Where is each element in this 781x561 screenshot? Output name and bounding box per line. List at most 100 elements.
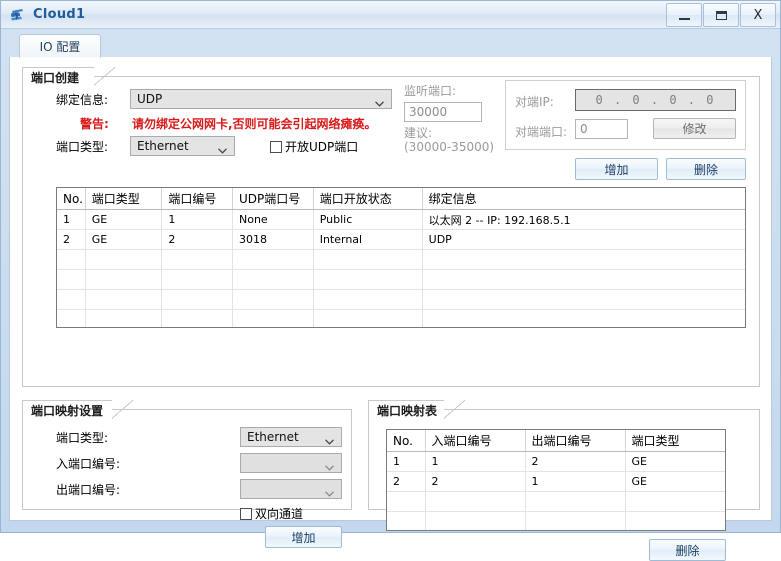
mapping-table-header-cell: 出端口编号 [525,430,626,452]
port-type-select[interactable]: Ethernet [130,136,235,156]
port-table-header-cell: 端口类型 [85,188,163,210]
group-mapping-settings-title-label: 端口映射设置 [31,403,104,418]
mapping-add-button[interactable]: 增加 [265,526,342,548]
group-port-create: 端口创建 绑定信息: UDP 警告: 请勿绑定公网网卡,否则可能会引起网络瘫痪。… [22,67,760,387]
title-bar: Cloud1 X [1,1,780,29]
suggest-label: 建议: [404,126,433,140]
peer-ip-input[interactable]: 0 . 0 . 0 . 0 [575,89,736,111]
table-cell: Internal [313,229,423,250]
tab-io-config[interactable]: IO 配置 [19,34,101,58]
table-cell: UDP [422,229,745,250]
table-cell: 1 [525,471,626,492]
chevron-down-icon [375,96,384,107]
mapping-table[interactable]: No. 入端口编号 出端口编号 端口类型 1 1 2 GE 2 2 1 GE [386,429,726,531]
group-mapping-settings-title: 端口映射设置 [22,400,112,419]
mapping-port-type-select[interactable]: Ethernet [240,427,342,447]
group-mapping-settings-body: 端口类型: Ethernet 入端口编号: 出端口编号: 双向通道 增加 [22,409,352,548]
table-cell: 2 [425,471,526,492]
binding-info-label: 绑定信息: [56,93,109,107]
table-cell: 2 [57,229,86,250]
table-cell: 1 [425,451,526,472]
mapping-table-body: 1 1 2 GE 2 2 1 GE [387,451,725,530]
mapping-in-port-label: 入端口编号: [56,457,121,471]
table-row[interactable]: 1 GE 1 None Public 以太网 2 -- IP: 192.168.… [57,209,745,230]
bidirectional-checkbox[interactable]: 双向通道 [240,505,303,522]
suggest-range: (30000-35000) [404,140,495,154]
table-cell: None [232,209,314,230]
minimize-icon [678,17,690,20]
window-controls: X [665,3,776,27]
mapping-delete-button-label: 删除 [675,543,700,558]
close-button[interactable]: X [740,3,776,27]
warning-text: 请勿绑定公网网卡,否则可能会引起网络瘫痪。 [132,117,377,131]
maximize-button[interactable] [703,3,739,27]
udp-port-checkbox[interactable]: 开放UDP端口 [270,138,358,155]
port-table-header-cell: 绑定信息 [422,188,745,210]
group-port-create-title: 端口创建 [22,67,94,86]
table-cell: 以太网 2 -- IP: 192.168.5.1 [422,209,745,230]
table-cell: GE [625,471,725,492]
port-table[interactable]: No. 端口类型 端口编号 UDP端口号 端口开放状态 绑定信息 1 GE 1 … [56,187,746,328]
mapping-port-type-value: Ethernet [247,430,299,444]
table-cell: 2 [525,451,626,472]
group-mapping-settings: 端口映射设置 端口类型: Ethernet 入端口编号: 出端口编号: 双向通道… [22,400,352,548]
peer-port-input[interactable]: 0 [575,119,628,139]
mapping-delete-button[interactable]: 删除 [649,539,726,561]
port-type-label: 端口类型: [56,140,109,154]
bidirectional-checkbox-label: 双向通道 [255,507,304,521]
table-cell: GE [625,451,725,472]
group-mapping-table-title-label: 端口映射表 [377,403,438,418]
group-port-create-title-slant [94,67,116,86]
maximize-icon [715,10,727,20]
mapping-in-port-select[interactable] [240,453,342,473]
listen-port-value: 30000 [409,105,448,119]
peer-ip-value: 0 . 0 . 0 . 0 [595,93,716,107]
peer-ip-label: 对端IP: [515,95,554,109]
port-table-header-cell: 端口开放状态 [313,188,423,210]
table-row[interactable]: 2 2 1 GE [387,471,725,492]
table-cell: 1 [387,451,426,472]
peer-port-label: 对端端口: [515,125,568,139]
table-row-empty[interactable] [57,269,745,290]
table-row-empty[interactable] [387,511,725,530]
add-port-button[interactable]: 增加 [575,158,658,180]
mapping-port-type-label: 端口类型: [56,431,109,445]
group-port-create-body: 绑定信息: UDP 警告: 请勿绑定公网网卡,否则可能会引起网络瘫痪。 端口类型… [22,76,760,387]
window-title: Cloud1 [33,7,86,22]
minimize-button[interactable] [666,3,702,27]
cloud-config-window: Cloud1 X IO 配置 端口创建 绑定信息: UDP 警告: 请勿绑定公网… [0,0,781,561]
binding-info-select[interactable]: UDP [130,89,392,109]
group-port-create-title-label: 端口创建 [31,70,80,85]
modify-button-label: 修改 [682,122,707,136]
warning-label: 警告: [80,117,109,131]
mapping-out-port-select[interactable] [240,479,342,499]
table-row-empty[interactable] [387,491,725,512]
tab-page-io-config: 端口创建 绑定信息: UDP 警告: 请勿绑定公网网卡,否则可能会引起网络瘫痪。… [9,57,772,561]
chevron-down-icon [325,434,334,445]
listen-port-input[interactable]: 30000 [404,102,482,122]
table-cell: GE [85,209,163,230]
table-cell: 1 [57,209,86,230]
table-row-empty[interactable] [57,289,745,310]
port-table-header-cell: No. [57,188,86,210]
cloud-icon [8,5,28,25]
modify-button[interactable]: 修改 [653,118,736,139]
delete-port-button[interactable]: 删除 [666,158,746,180]
port-table-header-cell: UDP端口号 [232,188,314,210]
port-table-header-cell: 端口编号 [161,188,233,210]
listen-port-label: 监听端口: [404,84,457,98]
group-mapping-table: 端口映射表 No. 入端口编号 出端口编号 端口类型 1 1 2 GE 2 2 … [368,400,760,561]
table-row[interactable]: 1 1 2 GE [387,451,725,472]
table-row[interactable]: 2 GE 2 3018 Internal UDP [57,229,745,250]
binding-info-value: UDP [137,92,163,106]
checkbox-box-icon [240,507,252,520]
table-row-empty[interactable] [57,309,745,327]
table-cell: 2 [387,471,426,492]
chevron-down-icon [325,460,334,471]
table-cell: 2 [161,229,233,250]
chevron-down-icon [218,143,227,154]
peer-port-value: 0 [580,122,588,136]
close-icon: X [753,7,763,23]
table-row-empty[interactable] [57,249,745,270]
checkbox-box-icon [270,140,282,153]
